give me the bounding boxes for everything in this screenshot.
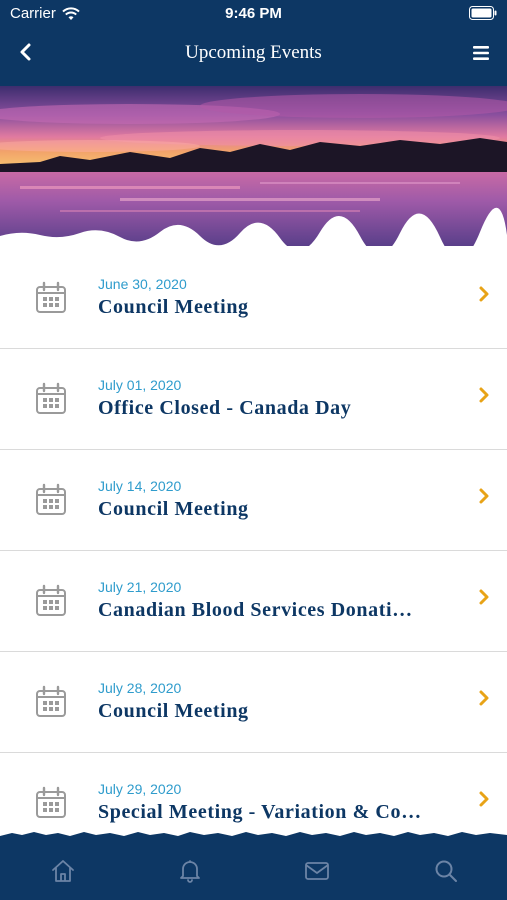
tab-bar	[0, 832, 507, 900]
hamburger-menu-icon	[473, 46, 489, 60]
event-date: July 01, 2020	[98, 377, 182, 393]
event-title: Special Meeting - Variation & Co…	[98, 801, 422, 823]
page-title: Upcoming Events	[185, 42, 322, 63]
tab-home[interactable]	[50, 858, 76, 884]
menu-button[interactable]	[471, 44, 491, 62]
list-item[interactable]: July 14, 2020 Council Meeting	[0, 450, 507, 551]
chevron-right-icon	[479, 690, 489, 706]
event-title: Council Meeting	[98, 498, 249, 520]
chevron-right-icon	[479, 488, 489, 504]
nav-bar: Upcoming Events	[0, 30, 507, 78]
hero-image	[0, 86, 507, 246]
calendar-icon	[36, 786, 66, 818]
event-title: Council Meeting	[98, 700, 249, 722]
list-item[interactable]: July 01, 2020 Office Closed - Canada Day	[0, 349, 507, 450]
event-date: July 28, 2020	[98, 680, 182, 696]
list-item[interactable]: June 30, 2020 Council Meeting	[0, 248, 507, 349]
events-list: June 30, 2020 Council Meeting July 01, 2…	[0, 248, 507, 836]
calendar-icon	[36, 483, 66, 515]
list-item[interactable]: July 21, 2020 Canadian Blood Services Do…	[0, 551, 507, 652]
status-bar: Carrier 9:46 PM	[0, 0, 507, 28]
chevron-right-icon	[479, 286, 489, 302]
event-title: Office Closed - Canada Day	[98, 397, 352, 419]
torn-edge-divider	[0, 832, 507, 840]
tab-search[interactable]	[433, 858, 459, 884]
top-bar: Carrier 9:46 PM Upcoming Events	[0, 0, 507, 88]
event-title: Council Meeting	[98, 296, 249, 318]
search-icon	[435, 860, 457, 882]
tab-messages[interactable]	[304, 858, 330, 884]
event-date: July 29, 2020	[98, 781, 182, 797]
event-date: June 30, 2020	[98, 276, 187, 292]
home-icon	[52, 860, 74, 882]
clock: 9:46 PM	[225, 5, 282, 22]
chevron-right-icon	[479, 791, 489, 807]
mail-icon	[305, 862, 329, 880]
battery-icon	[469, 6, 497, 20]
calendar-icon	[36, 281, 66, 313]
sunset-lake-image	[0, 86, 507, 246]
list-item[interactable]: July 28, 2020 Council Meeting	[0, 652, 507, 753]
bell-icon	[180, 860, 200, 883]
calendar-icon	[36, 685, 66, 717]
chevron-right-icon	[479, 387, 489, 403]
event-date: July 14, 2020	[98, 478, 182, 494]
list-item[interactable]: July 29, 2020 Special Meeting - Variatio…	[0, 753, 507, 836]
event-title: Canadian Blood Services Donati…	[98, 599, 413, 621]
calendar-icon	[36, 584, 66, 616]
tab-notifications[interactable]	[177, 858, 203, 884]
chevron-right-icon	[479, 589, 489, 605]
calendar-icon	[36, 382, 66, 414]
event-date: July 21, 2020	[98, 579, 182, 595]
